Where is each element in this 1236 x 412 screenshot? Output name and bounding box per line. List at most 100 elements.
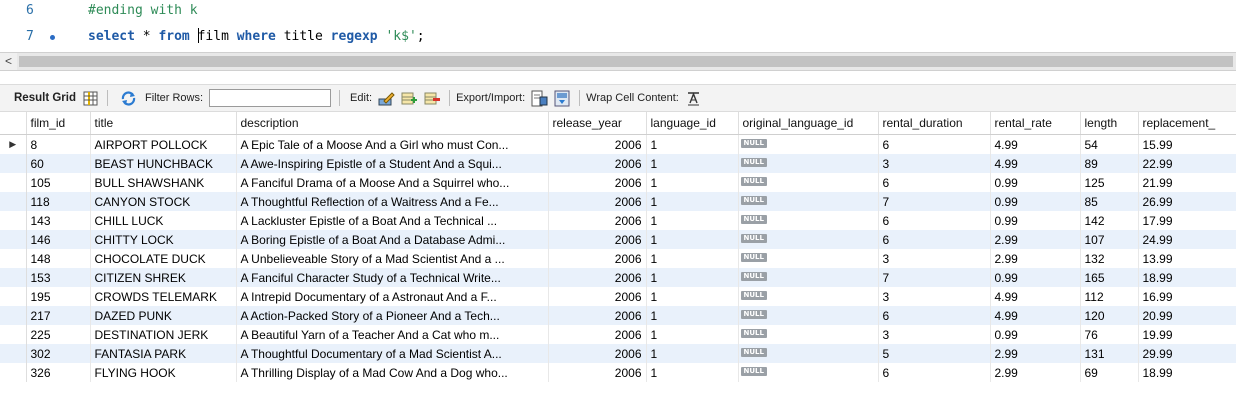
table-cell[interactable]: A Unbelieveable Story of a Mad Scientist…: [236, 249, 549, 268]
column-header[interactable]: replacement_: [1138, 112, 1236, 135]
table-cell-null[interactable]: NULL: [738, 154, 879, 173]
table-cell[interactable]: 2006: [548, 306, 647, 325]
column-header[interactable]: language_id: [646, 112, 739, 135]
table-row[interactable]: 105 BULL SHAWSHANK A Fanciful Drama of a M…: [0, 173, 1236, 192]
edit-row-icon[interactable]: [378, 90, 395, 107]
table-cell[interactable]: 22.99: [1138, 154, 1236, 173]
table-cell-null[interactable]: NULL: [738, 230, 879, 249]
row-indicator[interactable]: [0, 230, 27, 249]
table-cell[interactable]: A Fanciful Drama of a Moose And a Squirr…: [236, 173, 549, 192]
table-cell[interactable]: 6: [878, 211, 991, 230]
table-cell[interactable]: 4.99: [990, 287, 1081, 306]
current-row-indicator-icon[interactable]: ▶: [0, 134, 27, 154]
table-cell[interactable]: 143: [26, 211, 91, 230]
table-cell[interactable]: A Action-Packed Story of a Pioneer And a…: [236, 306, 549, 325]
table-cell[interactable]: CITIZEN SHREK: [90, 268, 237, 287]
table-cell[interactable]: 132: [1080, 249, 1139, 268]
table-cell[interactable]: 54: [1080, 134, 1139, 154]
table-cell[interactable]: 142: [1080, 211, 1139, 230]
table-cell[interactable]: 6: [878, 363, 991, 382]
table-cell[interactable]: A Fanciful Character Study of a Technica…: [236, 268, 549, 287]
table-cell[interactable]: A Boring Epistle of a Boat And a Databas…: [236, 230, 549, 249]
column-header[interactable]: release_year: [548, 112, 647, 135]
table-cell[interactable]: 1: [646, 268, 739, 287]
table-cell[interactable]: CANYON STOCK: [90, 192, 237, 211]
row-indicator[interactable]: [0, 325, 27, 344]
table-cell[interactable]: 21.99: [1138, 173, 1236, 192]
row-indicator[interactable]: [0, 154, 27, 173]
table-cell[interactable]: 1: [646, 306, 739, 325]
table-cell[interactable]: 153: [26, 268, 91, 287]
table-cell[interactable]: 1: [646, 211, 739, 230]
refresh-icon[interactable]: [120, 90, 137, 107]
table-cell[interactable]: 0.99: [990, 173, 1081, 192]
table-cell[interactable]: 3: [878, 154, 991, 173]
table-cell[interactable]: 8: [26, 134, 91, 154]
table-row[interactable]: 302 FANTASIA PARK A Thoughtful Documentary…: [0, 344, 1236, 363]
scrollbar-thumb[interactable]: [19, 56, 1233, 67]
table-cell[interactable]: 1: [646, 287, 739, 306]
table-cell-null[interactable]: NULL: [738, 192, 879, 211]
table-cell[interactable]: 1: [646, 230, 739, 249]
table-cell[interactable]: FANTASIA PARK: [90, 344, 237, 363]
table-cell-null[interactable]: NULL: [738, 134, 879, 154]
table-cell-null[interactable]: NULL: [738, 363, 879, 382]
export-icon[interactable]: [531, 90, 548, 107]
row-indicator[interactable]: [0, 192, 27, 211]
table-cell[interactable]: 1: [646, 154, 739, 173]
table-cell[interactable]: 5: [878, 344, 991, 363]
table-cell[interactable]: 107: [1080, 230, 1139, 249]
table-cell[interactable]: CHITTY LOCK: [90, 230, 237, 249]
table-cell[interactable]: 18.99: [1138, 363, 1236, 382]
table-cell[interactable]: 4.99: [990, 134, 1081, 154]
delete-row-icon[interactable]: [424, 90, 441, 107]
table-cell[interactable]: 76: [1080, 325, 1139, 344]
table-cell[interactable]: 326: [26, 363, 91, 382]
table-row[interactable]: 60 BEAST HUNCHBACK A Awe-Inspiring Epistle…: [0, 154, 1236, 173]
row-indicator[interactable]: [0, 268, 27, 287]
table-cell[interactable]: 118: [26, 192, 91, 211]
table-cell[interactable]: 69: [1080, 363, 1139, 382]
column-header[interactable]: rental_duration: [878, 112, 991, 135]
table-cell[interactable]: DESTINATION JERK: [90, 325, 237, 344]
table-cell-null[interactable]: NULL: [738, 344, 879, 363]
table-cell[interactable]: 2.99: [990, 344, 1081, 363]
table-cell[interactable]: 60: [26, 154, 91, 173]
table-cell[interactable]: A Intrepid Documentary of a Astronaut An…: [236, 287, 549, 306]
table-cell-null[interactable]: NULL: [738, 287, 879, 306]
table-cell[interactable]: 302: [26, 344, 91, 363]
table-cell[interactable]: 13.99: [1138, 249, 1236, 268]
row-indicator[interactable]: [0, 173, 27, 192]
table-cell[interactable]: 7: [878, 192, 991, 211]
table-cell[interactable]: 4.99: [990, 154, 1081, 173]
table-cell[interactable]: A Thoughtful Reflection of a Waitress An…: [236, 192, 549, 211]
table-cell-null[interactable]: NULL: [738, 306, 879, 325]
table-cell[interactable]: A Thrilling Display of a Mad Cow And a D…: [236, 363, 549, 382]
table-cell[interactable]: 17.99: [1138, 211, 1236, 230]
table-cell[interactable]: 2006: [548, 211, 647, 230]
table-cell[interactable]: DAZED PUNK: [90, 306, 237, 325]
column-header[interactable]: title: [90, 112, 237, 135]
column-header[interactable]: film_id: [26, 112, 91, 135]
table-cell[interactable]: 29.99: [1138, 344, 1236, 363]
horizontal-scrollbar[interactable]: <: [0, 52, 1236, 71]
table-cell[interactable]: 148: [26, 249, 91, 268]
table-row[interactable]: 195 CROWDS TELEMARK A Intrepid Documentary…: [0, 287, 1236, 306]
table-cell[interactable]: 225: [26, 325, 91, 344]
grid-layout-icon[interactable]: [82, 90, 99, 107]
table-cell[interactable]: 112: [1080, 287, 1139, 306]
column-header[interactable]: description: [236, 112, 549, 135]
table-cell[interactable]: 6: [878, 134, 991, 154]
table-cell[interactable]: BULL SHAWSHANK: [90, 173, 237, 192]
table-row[interactable]: 217 DAZED PUNK A Action-Packed Story of a …: [0, 306, 1236, 325]
table-cell-null[interactable]: NULL: [738, 211, 879, 230]
sql-editor[interactable]: 6 #ending with k 7 select * from film wh…: [0, 0, 1236, 50]
table-cell[interactable]: 2006: [548, 230, 647, 249]
table-row[interactable]: 118 CANYON STOCK A Thoughtful Reflection o…: [0, 192, 1236, 211]
row-indicator[interactable]: [0, 249, 27, 268]
table-cell[interactable]: 16.99: [1138, 287, 1236, 306]
table-cell[interactable]: 2006: [548, 192, 647, 211]
table-cell[interactable]: 2006: [548, 325, 647, 344]
result-grid-tab[interactable]: Result Grid: [14, 92, 76, 104]
add-row-icon[interactable]: [401, 90, 418, 107]
